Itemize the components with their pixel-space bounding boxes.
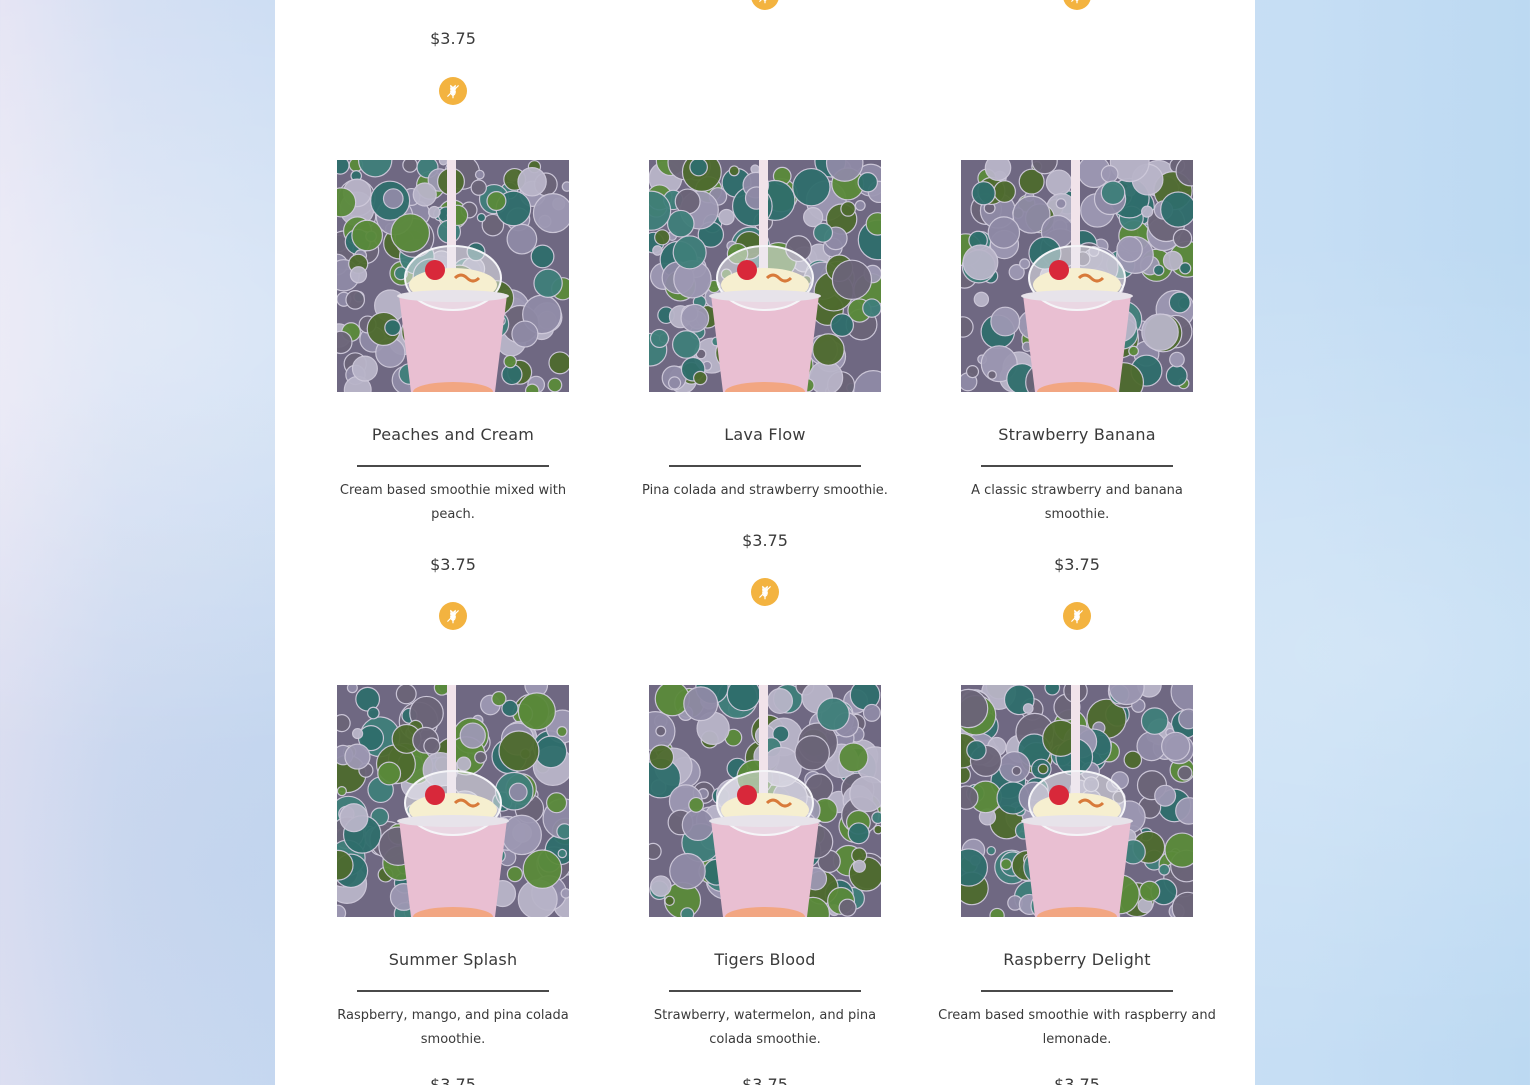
gluten-free-wheat-icon [759,0,767,4]
item-description: Raspberry, mango, and pina colada smooth… [337,1008,569,1047]
item-divider [669,465,861,467]
item-description: Strawberry, watermelon, and pina colada … [653,1008,877,1047]
menu-item-partial [927,0,1227,20]
item-description: Cream based smoothie with raspberry and … [938,1008,1216,1047]
gluten-free-wheat-icon [1071,609,1083,624]
item-price: $3.75 [742,531,788,550]
menu-panel: $3.75 Peaches and Cream Cream based smoo… [275,0,1255,1085]
item-description: A classic strawberry and banana smoothie… [971,483,1183,522]
menu-item-card[interactable]: Peaches and Cream Cream based smoothie m… [303,160,603,640]
gluten-free-badge [1063,0,1091,10]
item-name: Raspberry Delight [1003,950,1151,969]
smoothie-photo [649,685,881,917]
gluten-free-badge [439,602,467,630]
item-name: Peaches and Cream [371,425,535,444]
menu-item-card[interactable]: Summer Splash Raspberry, mango, and pina… [303,685,603,1085]
gluten-free-badge [439,77,467,105]
smoothie-photo [961,685,1193,917]
gluten-free-wheat-icon [447,84,459,99]
gluten-free-badge [751,578,779,606]
item-price: $3.75 [430,555,476,574]
menu-item-card[interactable]: Tigers Blood Strawberry, watermelon, and… [615,685,915,1085]
item-price: $3.75 [742,1075,788,1085]
item-divider [669,990,861,992]
item-price: $3.75 [430,1075,476,1085]
item-price: $3.75 [430,29,476,48]
menu-item-card[interactable]: Lava Flow Pina colada and strawberry smo… [615,160,915,640]
menu-item-card[interactable]: Raspberry Delight Cream based smoothie w… [927,685,1227,1085]
gluten-free-wheat-icon [759,585,771,600]
item-description: Cream based smoothie mixed with peach. [339,483,567,522]
smoothie-photo [337,160,569,392]
gluten-free-badge [1063,602,1091,630]
smoothie-photo [337,685,569,917]
item-description: Pina colada and strawberry smoothie. [642,483,888,498]
item-name: Lava Flow [724,425,806,444]
gluten-free-wheat-icon [1071,0,1079,4]
gluten-free-wheat-icon [447,609,459,624]
menu-item-card[interactable]: Strawberry Banana A classic strawberry a… [927,160,1227,640]
menu-item-partial [615,0,915,20]
smoothie-photo [961,160,1193,392]
item-divider [981,465,1173,467]
item-name: Summer Splash [388,950,518,969]
item-name: Tigers Blood [714,950,816,969]
item-price: $3.75 [1054,1075,1100,1085]
item-price: $3.75 [1054,555,1100,574]
smoothie-photo [649,160,881,392]
item-name: Strawberry Banana [998,425,1156,444]
item-divider [357,465,549,467]
gluten-free-badge [751,0,779,10]
item-divider [981,990,1173,992]
item-divider [357,990,549,992]
menu-item-partial: $3.75 [303,0,603,120]
